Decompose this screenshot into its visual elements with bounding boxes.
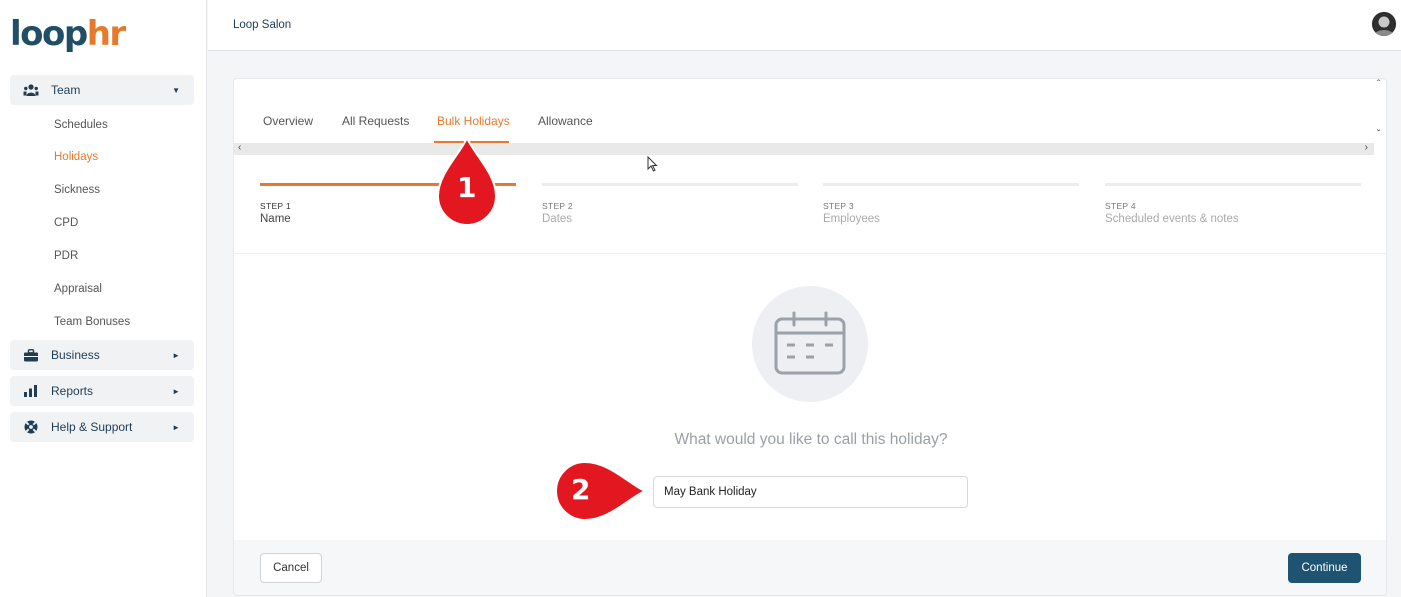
sidebar: loophr Team ▼ Schedules Holidays Sicknes…	[0, 0, 207, 597]
calendar-icon	[752, 286, 868, 402]
step-1-label: Name	[260, 213, 291, 225]
caret-down-icon: ▼	[172, 85, 180, 95]
cancel-button[interactable]: Cancel	[260, 553, 322, 583]
top-header: Loop Salon	[208, 0, 1401, 51]
step-3-number: STEP 3	[823, 201, 854, 211]
tab-allowance[interactable]: Allowance	[538, 114, 593, 128]
section-divider	[234, 253, 1386, 254]
sidebar-item-sickness[interactable]: Sickness	[54, 184, 100, 196]
step-4-label: Scheduled events & notes	[1105, 213, 1239, 225]
sidebar-group-label: Help & Support	[51, 420, 133, 434]
sidebar-item-team-bonuses[interactable]: Team Bonuses	[54, 316, 130, 328]
caret-right-icon: ►	[172, 422, 180, 432]
tab-bulk-holidays[interactable]: Bulk Holidays	[437, 114, 510, 128]
step-4-number: STEP 4	[1105, 201, 1136, 211]
sidebar-item-pdr[interactable]: PDR	[54, 250, 78, 262]
sidebar-item-holidays[interactable]: Holidays	[54, 151, 98, 163]
card-footer: Cancel Continue	[234, 540, 1386, 595]
annotation-marker-2: 2	[553, 460, 648, 525]
lifebuoy-icon	[23, 419, 39, 435]
user-avatar[interactable]	[1372, 12, 1396, 36]
sidebar-group-team[interactable]: Team ▼	[10, 75, 194, 105]
tab-overview[interactable]: Overview	[263, 114, 313, 128]
salon-name: Loop Salon	[233, 19, 292, 31]
step-2-progress	[542, 183, 798, 186]
scroll-right-icon[interactable]: ›	[1365, 142, 1368, 153]
caret-right-icon: ►	[172, 350, 180, 360]
sidebar-group-business[interactable]: Business ►	[10, 340, 194, 370]
caret-right-icon: ►	[172, 386, 180, 396]
scroll-up-icon[interactable]: ˆ	[1377, 79, 1380, 90]
holiday-name-question: What would you like to call this holiday…	[674, 431, 948, 448]
sidebar-item-appraisal[interactable]: Appraisal	[54, 283, 102, 295]
sidebar-group-label: Reports	[51, 384, 94, 398]
scroll-left-icon[interactable]: ‹	[238, 142, 241, 153]
horizontal-scrollbar[interactable]: ‹ ›	[234, 142, 1374, 155]
annotation-marker-1: 1	[436, 135, 498, 231]
step-4-progress	[1105, 183, 1361, 186]
annotation-number: 2	[571, 473, 591, 506]
continue-button[interactable]: Continue	[1288, 553, 1361, 583]
bulk-holiday-card: Overview All Requests Bulk Holidays Allo…	[233, 78, 1387, 596]
step-1-number: STEP 1	[260, 201, 291, 211]
step-2-number: STEP 2	[542, 201, 573, 211]
sidebar-group-label: Business	[51, 348, 100, 362]
tab-all-requests[interactable]: All Requests	[342, 114, 409, 128]
tab-bar: Overview All Requests Bulk Holidays Allo…	[234, 79, 1372, 143]
sidebar-item-cpd[interactable]: CPD	[54, 217, 78, 229]
step-3-progress	[823, 183, 1079, 186]
team-icon	[23, 82, 39, 98]
annotation-number: 1	[457, 171, 477, 204]
mouse-cursor-icon	[647, 155, 658, 175]
sidebar-group-help[interactable]: Help & Support ►	[10, 412, 194, 442]
step-2-label: Dates	[542, 213, 573, 225]
sidebar-group-reports[interactable]: Reports ►	[10, 376, 194, 406]
holiday-name-input[interactable]	[653, 476, 968, 508]
briefcase-icon	[23, 347, 39, 363]
bar-chart-icon	[23, 383, 39, 399]
sidebar-item-schedules[interactable]: Schedules	[54, 119, 108, 131]
loophr-logo[interactable]: loophr	[10, 14, 126, 54]
scroll-down-icon[interactable]: ˇ	[1377, 129, 1380, 140]
sidebar-group-label: Team	[51, 83, 81, 97]
step-3-label: Employees	[823, 213, 880, 225]
